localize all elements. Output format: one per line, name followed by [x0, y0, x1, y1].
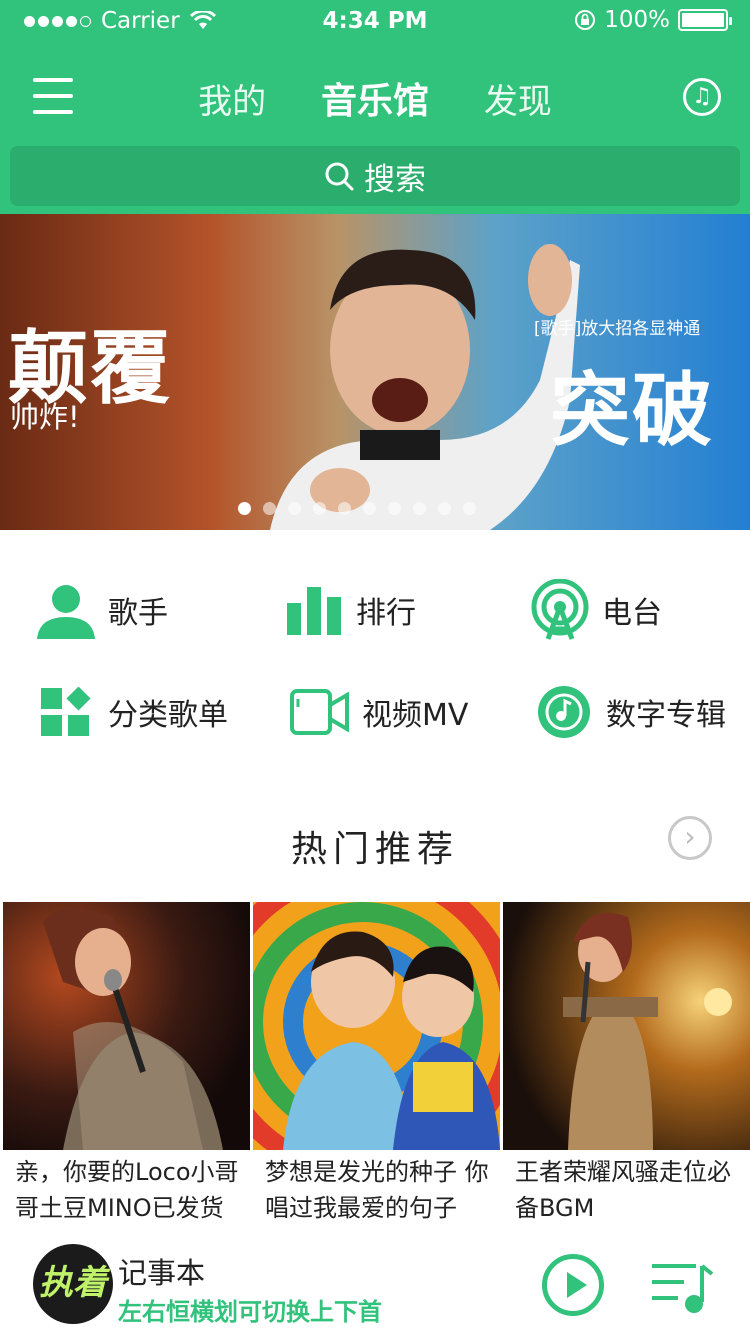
category-label: 视频MV — [362, 698, 469, 733]
category-rank[interactable]: 排行 — [282, 578, 416, 642]
battery-icon — [678, 9, 732, 31]
category-digital-album[interactable]: 数字专辑 — [532, 680, 726, 744]
banner-dot[interactable] — [413, 502, 426, 515]
banner-dot[interactable] — [463, 502, 476, 515]
banner-singer-image — [270, 244, 580, 530]
category-playlist[interactable]: 分类歌单 — [34, 680, 228, 744]
banner-dot[interactable] — [263, 502, 276, 515]
category-label: 数字专辑 — [606, 698, 726, 733]
hot-card-image — [3, 902, 250, 1150]
singer-icon — [34, 578, 98, 642]
hot-card[interactable]: 亲，你要的Loco小哥哥土豆MINO已发货 — [3, 902, 250, 1226]
search-input[interactable]: 搜索 — [10, 146, 740, 206]
hot-card-caption: 梦想是发光的种子 你唱过我最爱的句子 — [265, 1158, 489, 1222]
banner-pagination — [238, 502, 476, 515]
playlist-icon[interactable] — [650, 1258, 714, 1318]
category-label: 歌手 — [108, 596, 168, 631]
header: Carrier 4:34 PM 100% 我的 音乐馆 发现 ♫ 搜索 — [0, 0, 750, 214]
category-singer[interactable]: 歌手 — [34, 578, 168, 642]
hot-card-caption: 亲，你要的Loco小哥哥土豆MINO已发货 — [15, 1158, 239, 1222]
hot-section-title: 热门推荐 — [290, 829, 459, 870]
category-label: 电台 — [602, 596, 662, 631]
banner-left-subtitle: 帅炸! — [10, 400, 80, 434]
digital-album-icon — [532, 680, 596, 744]
player-track-title: 记事本 — [118, 1256, 206, 1290]
tab-mine[interactable]: 我的 — [198, 74, 266, 123]
banner-dot[interactable] — [363, 502, 376, 515]
banner-dot[interactable] — [288, 502, 301, 515]
category-video-mv[interactable]: 视频MV — [288, 680, 468, 744]
banner-dot[interactable] — [238, 502, 251, 515]
orientation-lock-icon — [575, 10, 596, 30]
banner-right-caption: [歌手]放大招各显神通 — [534, 319, 701, 339]
hot-cards: 亲，你要的Loco小哥哥土豆MINO已发货 梦想是发光的种子 你唱过我最爱的句子 — [0, 902, 750, 1232]
radio-icon — [528, 578, 592, 642]
tab-discover[interactable]: 发现 — [484, 74, 552, 123]
hot-card-image — [503, 902, 750, 1150]
rank-icon — [282, 578, 346, 642]
play-icon[interactable] — [542, 1254, 604, 1316]
chevron-right-icon[interactable]: › — [668, 816, 712, 860]
status-right: 100% — [574, 7, 732, 33]
top-nav: 我的 音乐馆 发现 ♫ — [0, 62, 750, 132]
banner-dot[interactable] — [388, 502, 401, 515]
category-grid: 歌手 排行 电台 分类歌单 视频MV 数字专辑 — [0, 560, 750, 760]
category-label: 分类歌单 — [108, 698, 228, 733]
hot-card[interactable]: 梦想是发光的种子 你唱过我最爱的句子 — [253, 902, 500, 1226]
hot-card-caption: 王者荣耀风骚走位必备BGM — [515, 1158, 731, 1222]
banner-right-title: 突破 — [550, 364, 714, 457]
mini-player[interactable]: 执着 记事本 左右恒横划可切换上下首 — [0, 1240, 750, 1334]
now-playing-icon[interactable]: ♫ — [683, 78, 721, 116]
video-mv-icon — [288, 680, 352, 744]
banner-dot[interactable] — [338, 502, 351, 515]
category-label: 排行 — [356, 596, 416, 631]
hot-card-image — [253, 902, 500, 1150]
player-hint: 左右恒横划可切换上下首 — [118, 1298, 382, 1326]
banner-carousel[interactable]: 颠覆 帅炸! [歌手]放大招各显神通 突破 — [0, 214, 750, 530]
banner-dot[interactable] — [313, 502, 326, 515]
tab-music-hall[interactable]: 音乐馆 — [321, 72, 429, 124]
category-radio[interactable]: 电台 — [528, 578, 662, 642]
search-placeholder: 搜索 — [364, 161, 426, 198]
nav-tabs: 我的 音乐馆 发现 — [0, 72, 750, 124]
status-bar: Carrier 4:34 PM 100% — [0, 0, 750, 40]
search-icon — [325, 162, 354, 191]
banner-dot[interactable] — [438, 502, 451, 515]
category-playlist-icon — [34, 680, 98, 744]
battery-percent: 100% — [604, 7, 670, 33]
album-cover[interactable]: 执着 — [33, 1244, 113, 1324]
hot-card[interactable]: 王者荣耀风骚走位必备BGM — [503, 902, 750, 1226]
